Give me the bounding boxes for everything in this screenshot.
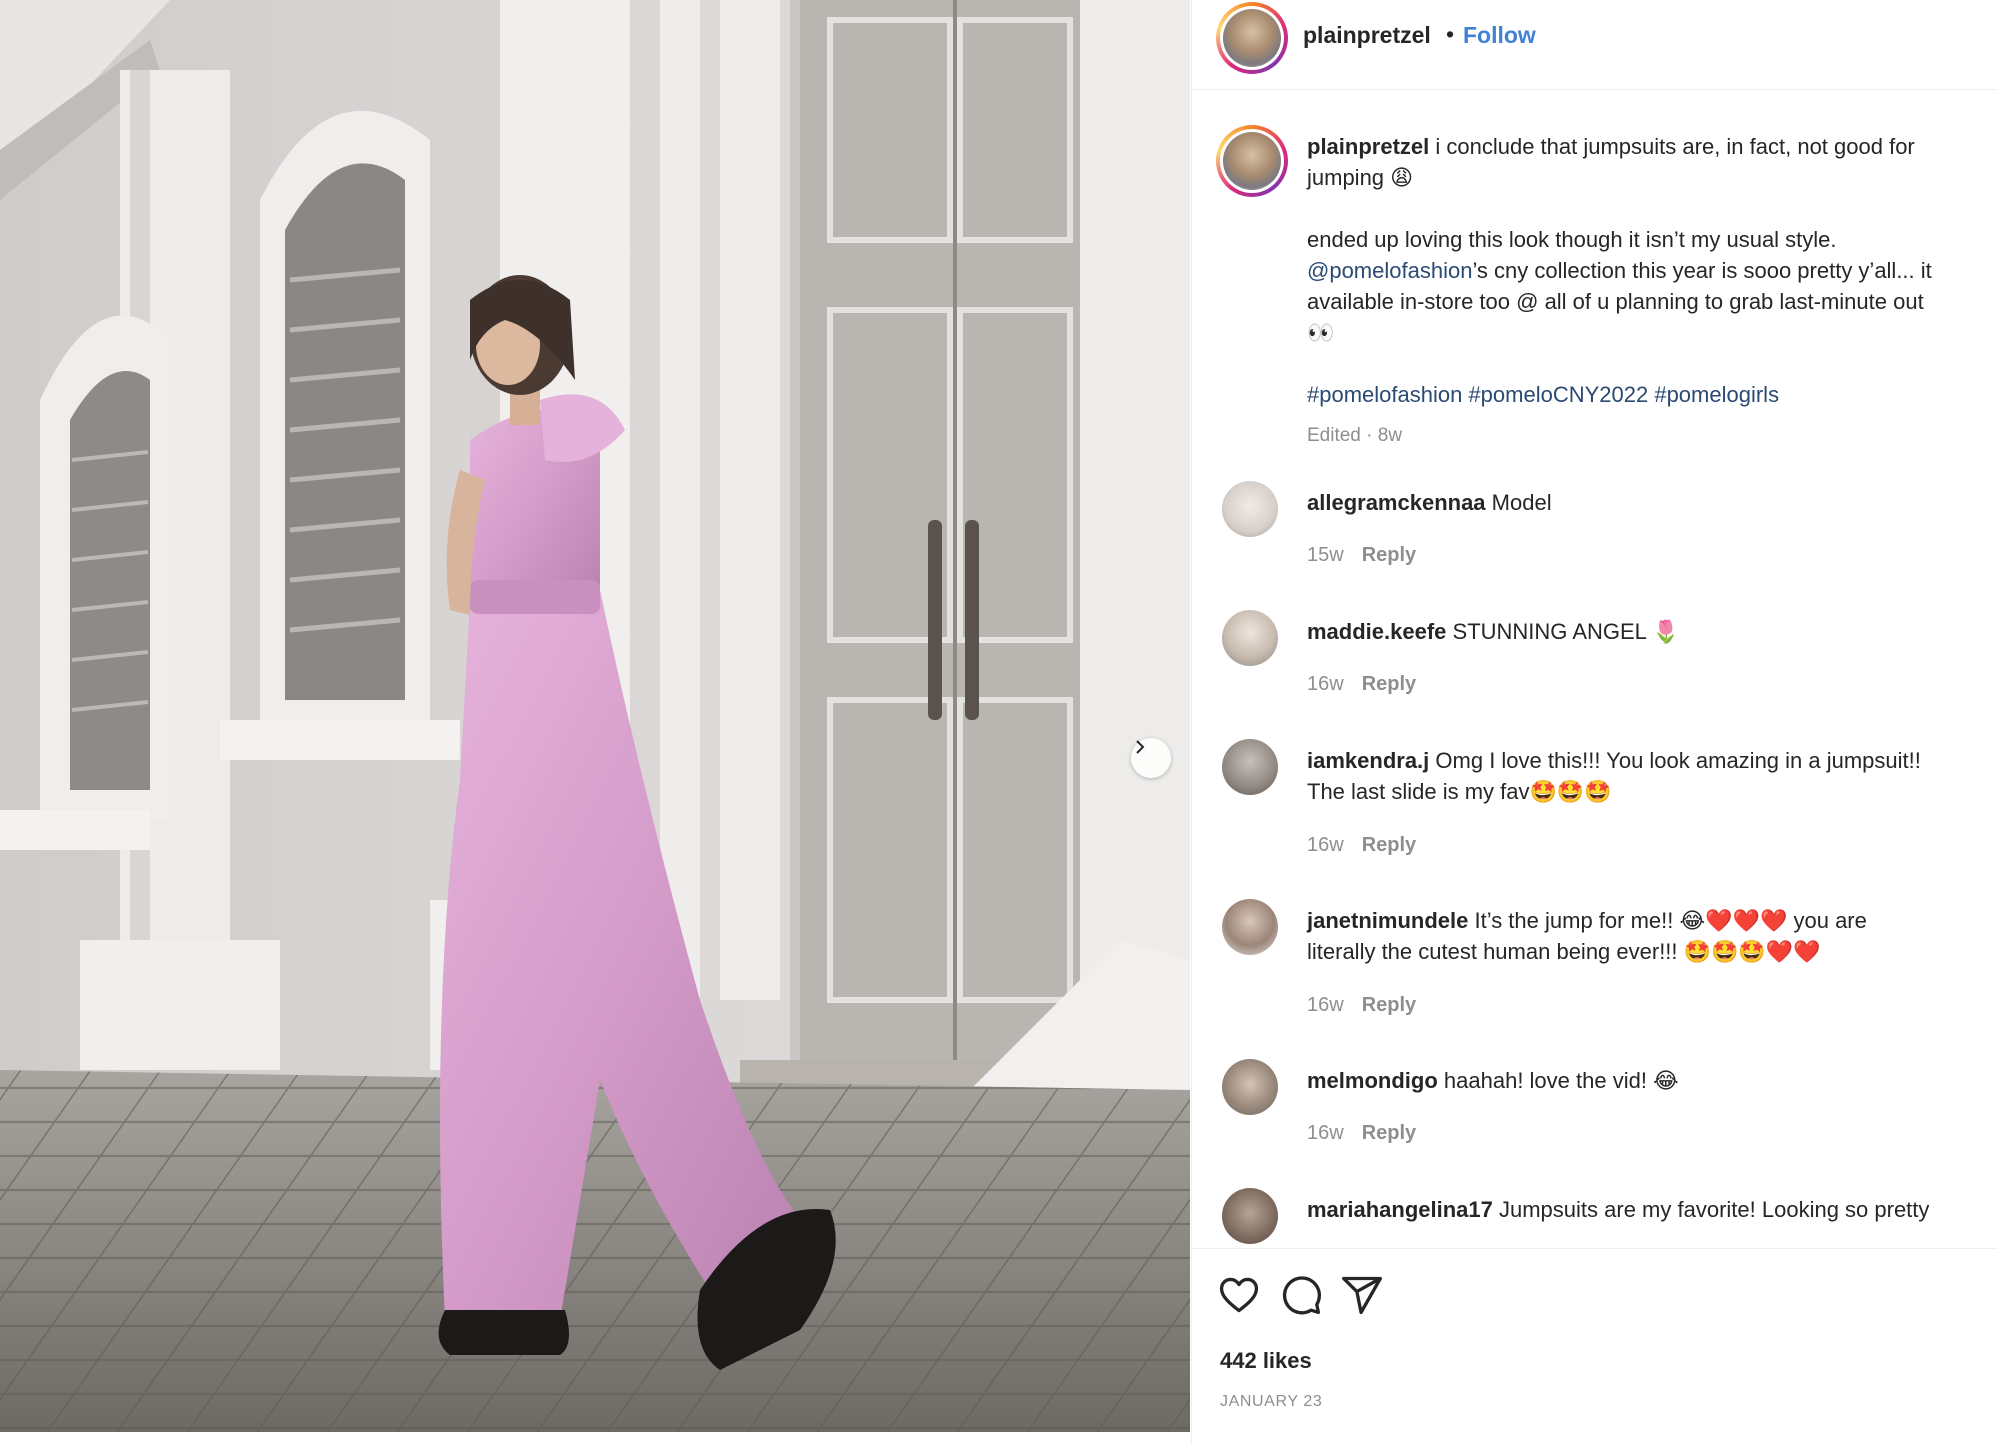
commenter-username[interactable]: mariahangelina17 [1307, 1197, 1493, 1222]
commenter-avatar[interactable] [1222, 1059, 1278, 1115]
comment-text: It’s the jump for me!! 😂❤️❤️❤️ you are [1474, 908, 1867, 933]
commenter-username[interactable]: janetnimundele [1307, 908, 1468, 933]
photo-illustration [0, 0, 1190, 1432]
commenter-avatar[interactable] [1222, 739, 1278, 795]
comment-age: 16w [1307, 1122, 1344, 1144]
comment-text: Omg I love this!!! You look amazing in a… [1435, 748, 1921, 773]
post-photo [0, 0, 1190, 1432]
caption-para2-line2: ’s cny collection this year is sooo pret… [1472, 258, 1932, 283]
reply-button[interactable]: Reply [1362, 834, 1416, 856]
caption-author-avatar[interactable] [1216, 125, 1288, 197]
caption-para2-line1: ended up loving this look though it isn’… [1307, 227, 1837, 252]
post-side-panel: plainpretzel • Follow plainpretzel i con… [1191, 0, 1997, 1445]
comment-age: 15w [1307, 544, 1344, 566]
hashtags[interactable]: #pomelofashion #pomeloCNY2022 #pomelogir… [1307, 379, 1997, 410]
share-icon [1342, 1276, 1382, 1315]
author-avatar[interactable] [1216, 2, 1288, 74]
commenter-username[interactable]: iamkendra.j [1307, 748, 1429, 773]
caption-text-line1: i conclude that jumpsuits are, in fact, … [1435, 134, 1915, 159]
commenter-username[interactable]: melmondigo [1307, 1068, 1438, 1093]
comment-age: 16w [1307, 994, 1344, 1016]
caption-para2-line3: available in-store too @ all of u planni… [1307, 289, 1924, 314]
post-actions-footer: 442 likes JANUARY 23 [1192, 1248, 1997, 1445]
comment-text: haahah! love the vid! 😂 [1443, 1068, 1679, 1093]
likes-count[interactable]: 442 likes [1220, 1348, 1312, 1374]
commenter-avatar[interactable] [1222, 481, 1278, 537]
reply-button[interactable]: Reply [1362, 994, 1416, 1016]
post-header: plainpretzel • Follow [1192, 0, 1997, 90]
share-button[interactable] [1340, 1273, 1384, 1317]
caption-username[interactable]: plainpretzel [1307, 134, 1429, 159]
commenter-avatar[interactable] [1222, 1188, 1278, 1244]
post-date: JANUARY 23 [1220, 1393, 1323, 1410]
reply-button[interactable]: Reply [1362, 1122, 1416, 1144]
heart-icon [1219, 1277, 1259, 1313]
author-username[interactable]: plainpretzel [1303, 22, 1431, 49]
commenter-username[interactable]: allegramckennaa [1307, 490, 1486, 515]
reply-button[interactable]: Reply [1362, 673, 1416, 695]
comments-scroll-area[interactable]: plainpretzel i conclude that jumpsuits a… [1192, 91, 1997, 1248]
commenter-avatar[interactable] [1222, 610, 1278, 666]
comment-text: Jumpsuits are my favorite! Looking so pr… [1499, 1197, 1930, 1222]
post-caption: plainpretzel i conclude that jumpsuits a… [1307, 131, 1997, 451]
comment-age: 16w [1307, 673, 1344, 695]
comment-button[interactable] [1279, 1273, 1323, 1317]
comment-text: STUNNING ANGEL 🌷 [1452, 619, 1680, 644]
comment-age: 16w [1307, 834, 1344, 856]
comment-icon [1282, 1276, 1321, 1315]
separator-dot: • [1446, 21, 1455, 47]
caption-meta: Edited · 8w [1307, 425, 1403, 446]
carousel-next-button[interactable] [1131, 738, 1171, 778]
comment-text: Model [1491, 490, 1552, 515]
caption-para2-line4: 👀 [1307, 320, 1335, 345]
like-button[interactable] [1217, 1273, 1261, 1317]
commenter-username[interactable]: maddie.keefe [1307, 619, 1446, 644]
commenter-avatar[interactable] [1222, 899, 1278, 955]
follow-button[interactable]: Follow [1463, 22, 1536, 49]
comment-text-line2: literally the cutest human being ever!!!… [1307, 939, 1821, 964]
comment-text-line2: The last slide is my fav🤩🤩🤩 [1307, 779, 1612, 804]
mention-link[interactable]: @pomelofashion [1307, 258, 1472, 283]
chevron-right-icon [1136, 740, 1145, 754]
reply-button[interactable]: Reply [1362, 544, 1416, 566]
caption-text-line2: jumping 😩 [1307, 165, 1414, 190]
